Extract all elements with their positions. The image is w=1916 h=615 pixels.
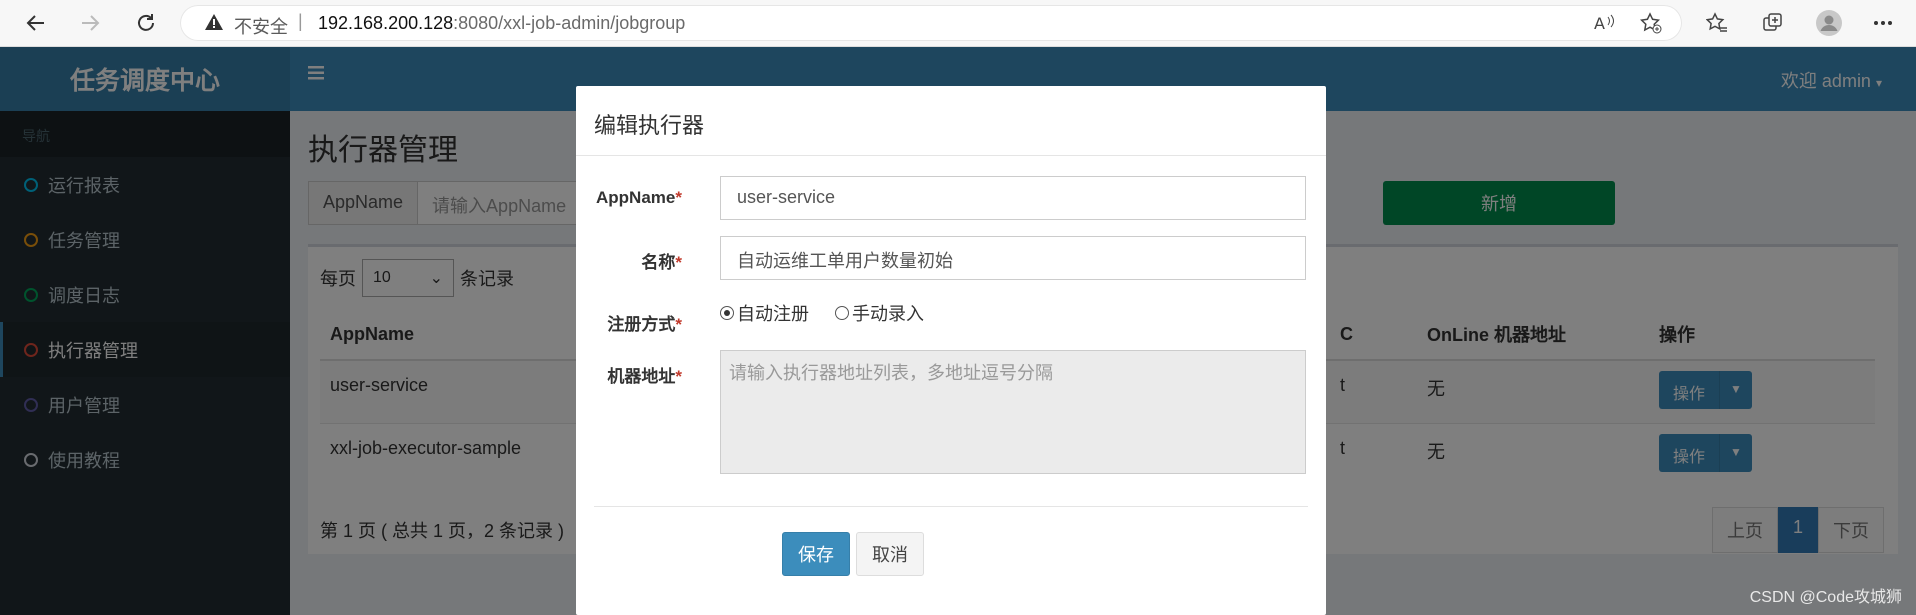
radio-manual[interactable] bbox=[835, 306, 849, 320]
favorite-add-icon[interactable] bbox=[1636, 8, 1666, 38]
radio-manual-label[interactable]: 手动录入 bbox=[852, 300, 924, 326]
name-input[interactable]: 自动运维工单用户数量初始 bbox=[720, 236, 1306, 280]
read-aloud-icon[interactable]: A bbox=[1590, 8, 1620, 38]
not-secure-label: 不安全 bbox=[234, 17, 288, 37]
registration-label: 注册方式* bbox=[576, 310, 682, 335]
name-label-text: 名称 bbox=[641, 253, 676, 272]
appname-label-text: AppName bbox=[596, 188, 676, 207]
radio-auto-label[interactable]: 自动注册 bbox=[737, 300, 809, 326]
collections-icon[interactable] bbox=[1758, 8, 1788, 38]
address-label-text: 机器地址 bbox=[607, 367, 676, 386]
browser-toolbar: 不安全 | 192.168.200.128:8080/xxl-job-admin… bbox=[0, 0, 1916, 47]
required-mark: * bbox=[675, 315, 682, 334]
name-label: 名称* bbox=[576, 248, 682, 273]
required-mark: * bbox=[675, 253, 682, 272]
url-separator: | bbox=[298, 11, 303, 31]
registration-label-text: 注册方式 bbox=[607, 315, 676, 334]
url-path: :8080/xxl-job-admin/jobgroup bbox=[453, 13, 686, 33]
address-label: 机器地址* bbox=[576, 362, 682, 387]
svg-text:A: A bbox=[1594, 14, 1605, 33]
watermark: CSDN @Code攻城狮 bbox=[1749, 589, 1902, 606]
more-menu-icon[interactable] bbox=[1868, 8, 1898, 38]
warning-icon bbox=[204, 13, 224, 36]
back-icon[interactable] bbox=[18, 6, 54, 40]
forward-icon[interactable] bbox=[72, 6, 108, 40]
save-button[interactable]: 保存 bbox=[782, 532, 850, 576]
url-host: 192.168.200.128 bbox=[318, 13, 454, 33]
radio-auto[interactable] bbox=[720, 306, 734, 320]
modal-title: 编辑执行器 bbox=[576, 86, 1326, 156]
modal-divider bbox=[594, 506, 1308, 507]
cancel-button[interactable]: 取消 bbox=[856, 532, 924, 576]
refresh-icon[interactable] bbox=[128, 6, 164, 40]
appname-input[interactable]: user-service bbox=[720, 176, 1306, 220]
edit-executor-modal: 编辑执行器 AppName* user-service 名称* 自动运维工单用户… bbox=[576, 86, 1326, 615]
appname-label: AppName* bbox=[576, 188, 682, 208]
url-text: 192.168.200.128:8080/xxl-job-admin/jobgr… bbox=[318, 13, 685, 34]
address-bar[interactable]: 不安全 | 192.168.200.128:8080/xxl-job-admin… bbox=[180, 5, 1682, 41]
registration-radio-group: 自动注册 手动录入 bbox=[720, 300, 924, 326]
required-mark: * bbox=[675, 367, 682, 386]
profile-avatar-icon[interactable] bbox=[1814, 8, 1844, 38]
address-textarea[interactable]: 请输入执行器地址列表，多地址逗号分隔 bbox=[720, 350, 1306, 474]
favorites-icon[interactable] bbox=[1702, 8, 1732, 38]
required-mark: * bbox=[675, 188, 682, 207]
